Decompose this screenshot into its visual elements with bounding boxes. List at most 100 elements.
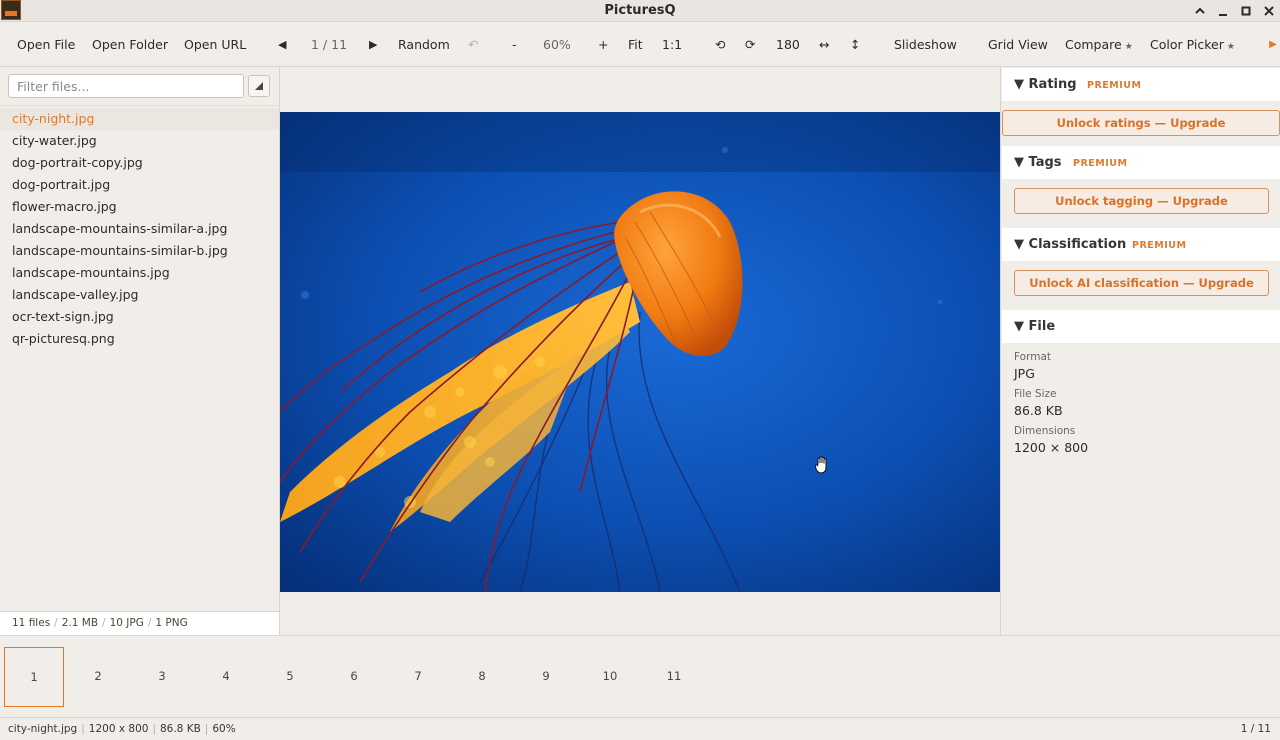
classification-section-title: ▼ Classification xyxy=(1014,237,1126,252)
flip-horizontal-icon[interactable]: ↔ xyxy=(819,37,829,52)
window-title: PicturesQ xyxy=(604,3,676,18)
file-section-header[interactable]: ▼ File xyxy=(1002,310,1280,343)
chevron-up-icon[interactable] xyxy=(1191,2,1209,20)
thumbnail[interactable]: 6 xyxy=(324,647,384,707)
status-dimensions: 1200 x 800 xyxy=(88,723,149,735)
thumbnail[interactable]: 5 xyxy=(260,647,320,707)
file-list-item[interactable]: city-water.jpg xyxy=(0,130,279,152)
status-size: 86.8 KB xyxy=(159,723,201,735)
tags-title: Tags xyxy=(1028,155,1062,170)
file-list-item[interactable]: dog-portrait-copy.jpg xyxy=(0,152,279,174)
random-button[interactable]: Random xyxy=(398,37,450,52)
file-browser-panel: city-night.jpg city-water.jpg dog-portra… xyxy=(0,67,280,635)
format-label: Format xyxy=(1014,351,1052,363)
premium-badge: PREMIUM xyxy=(1132,240,1187,251)
zoom-level: 60% xyxy=(543,37,571,52)
premium-badge: PREMIUM xyxy=(1087,80,1142,91)
flip-vertical-icon[interactable]: ↕ xyxy=(850,37,860,52)
file-section-title: ▼ File xyxy=(1014,319,1055,334)
color-picker-button[interactable]: Color Picker ★ xyxy=(1150,37,1235,52)
file-list: city-night.jpg city-water.jpg dog-portra… xyxy=(0,108,279,350)
file-list-item[interactable]: city-night.jpg xyxy=(0,108,279,130)
format-value: JPG xyxy=(1014,366,1035,381)
thumbnail[interactable]: 10 xyxy=(580,647,640,707)
thumbnail[interactable]: 3 xyxy=(132,647,192,707)
file-list-item[interactable]: flower-macro.jpg xyxy=(0,196,279,218)
unlock-ai-classification-button[interactable]: Unlock AI classification — Upgrade xyxy=(1014,270,1269,296)
collapse-caret-icon: ▼ xyxy=(1014,155,1024,170)
previous-image-button[interactable]: ◀ xyxy=(278,38,286,51)
collapse-caret-icon: ▼ xyxy=(1014,77,1024,92)
file-list-item[interactable]: landscape-mountains-similar-a.jpg xyxy=(0,218,279,240)
file-list-item[interactable]: landscape-mountains-similar-b.jpg xyxy=(0,240,279,262)
unlock-ratings-button[interactable]: Unlock ratings — Upgrade xyxy=(1002,110,1280,136)
file-list-item[interactable]: qr-picturesq.png xyxy=(0,328,279,350)
rotate-right-icon[interactable]: ⟳ xyxy=(745,37,755,52)
status-bar: city-night.jpg | 1200 x 800 | 86.8 KB | 60% 1 … xyxy=(0,717,1280,740)
open-url-button[interactable]: Open URL xyxy=(184,37,246,52)
file-list-item[interactable]: dog-portrait.jpg xyxy=(0,174,279,196)
jellyfish-photo xyxy=(280,112,1000,592)
file-list-item[interactable]: ocr-text-sign.jpg xyxy=(0,306,279,328)
folder-stats: 11 files/2.1 MB/10 JPG/1 PNG xyxy=(0,611,279,635)
classification-title: Classification xyxy=(1028,237,1127,252)
undo-icon[interactable]: ↶ xyxy=(468,37,478,52)
classification-section-header[interactable]: ▼ Classification PREMIUM xyxy=(1002,228,1280,261)
collapse-caret-icon: ▼ xyxy=(1014,319,1024,334)
status-position: 1 / 11 xyxy=(1240,723,1271,735)
status-filename: city-night.jpg xyxy=(8,723,78,735)
hand-cursor-icon xyxy=(815,456,827,474)
open-folder-button[interactable]: Open Folder xyxy=(92,37,168,52)
image-position: 1 / 11 xyxy=(311,37,348,52)
thumbnail[interactable]: 1 xyxy=(4,647,64,707)
file-list-item[interactable]: landscape-mountains.jpg xyxy=(0,262,279,284)
zoom-out-button[interactable]: - xyxy=(512,37,517,52)
toolbar: Open File Open Folder Open URL ◀ 1 / 11 … xyxy=(0,22,1280,67)
file-size-value: 86.8 KB xyxy=(1014,403,1063,418)
thumbnail[interactable]: 8 xyxy=(452,647,512,707)
thumbnail[interactable]: 7 xyxy=(388,647,448,707)
file-title: File xyxy=(1028,319,1056,334)
next-image-button[interactable]: ▶ xyxy=(369,38,377,51)
premium-star-icon: ★ xyxy=(1124,42,1133,52)
thumbnail[interactable]: 2 xyxy=(68,647,128,707)
main-image[interactable] xyxy=(280,112,1000,592)
premium-star-icon: ★ xyxy=(1226,42,1235,52)
actual-size-button[interactable]: 1:1 xyxy=(662,37,682,52)
premium-badge: PREMIUM xyxy=(1073,158,1128,169)
grid-view-button[interactable]: Grid View xyxy=(988,37,1048,52)
close-icon[interactable] xyxy=(1260,2,1278,20)
rating-section-title: ▼ Rating xyxy=(1014,77,1077,92)
thumbnail-strip: 1 2 3 4 5 6 7 8 9 10 11 xyxy=(0,635,1280,717)
unlock-tagging-button[interactable]: Unlock tagging — Upgrade xyxy=(1014,188,1269,214)
open-file-button[interactable]: Open File xyxy=(17,37,75,52)
rotate-left-icon[interactable]: ⟲ xyxy=(715,37,725,52)
status-info: city-night.jpg | 1200 x 800 | 86.8 KB | 60% xyxy=(8,723,236,735)
sort-toggle-icon[interactable] xyxy=(248,75,270,97)
thumbnail[interactable]: 9 xyxy=(516,647,576,707)
dimensions-label: Dimensions xyxy=(1014,425,1076,437)
image-viewer[interactable] xyxy=(280,67,1000,635)
stats-png-count: 1 PNG xyxy=(155,617,188,629)
slideshow-button[interactable]: Slideshow xyxy=(894,37,957,52)
filter-bar xyxy=(0,67,279,106)
zoom-in-button[interactable]: + xyxy=(598,37,608,52)
rating-section-header[interactable]: ▼ Rating PREMIUM xyxy=(1002,68,1280,101)
filter-files-input[interactable] xyxy=(8,74,244,98)
stats-jpg-count: 10 JPG xyxy=(109,617,144,629)
file-size-label: File Size xyxy=(1014,388,1057,400)
fit-button[interactable]: Fit xyxy=(628,37,643,52)
minimize-icon[interactable] xyxy=(1214,2,1232,20)
thumbnail[interactable]: 11 xyxy=(644,647,704,707)
compare-button[interactable]: Compare ★ xyxy=(1065,37,1133,52)
title-bar: PicturesQ xyxy=(0,0,1280,22)
stats-file-count: 11 files xyxy=(12,617,51,629)
toolbar-overflow-icon[interactable]: ▶ xyxy=(1266,36,1280,54)
status-zoom: 60% xyxy=(212,723,236,735)
file-list-item[interactable]: landscape-valley.jpg xyxy=(0,284,279,306)
tags-section-header[interactable]: ▼ Tags PREMIUM xyxy=(1002,146,1280,179)
info-panel: ▼ Rating PREMIUM Unlock ratings — Upgrad… xyxy=(1000,67,1280,635)
thumbnail[interactable]: 4 xyxy=(196,647,256,707)
rating-title: Rating xyxy=(1028,77,1077,92)
maximize-icon[interactable] xyxy=(1237,2,1255,20)
